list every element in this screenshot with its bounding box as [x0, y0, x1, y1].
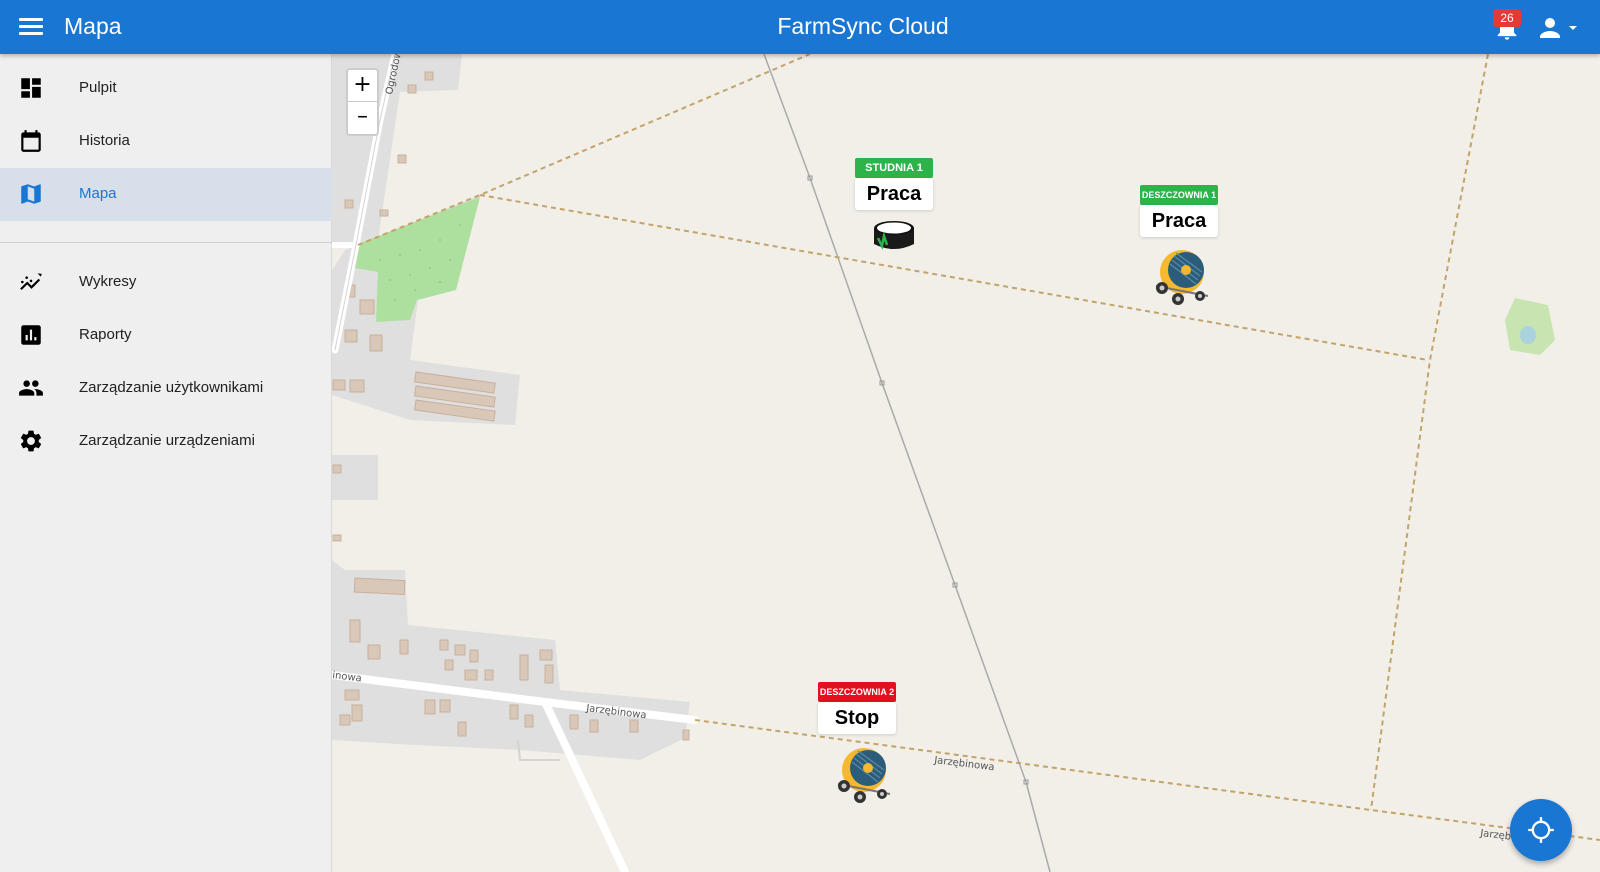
calendar-icon — [21, 130, 41, 152]
page-title: Mapa — [64, 13, 122, 39]
sidebar-item-label: Pulpit — [79, 79, 117, 96]
marker-status[interactable]: Praca — [1140, 205, 1218, 237]
notification-badge[interactable]: 26 — [1493, 9, 1521, 27]
report-icon — [21, 325, 41, 345]
hose-reel-icon[interactable] — [830, 742, 896, 808]
sidebar-item-wykresy[interactable]: Wykresy — [0, 256, 332, 309]
sidebar-item-label: Historia — [79, 132, 130, 149]
dashboard-icon — [21, 78, 41, 98]
marker-name: STUDNIA 1 — [855, 158, 933, 178]
zoom-in-button[interactable]: + — [348, 70, 377, 102]
marker-name[interactable]: DESZCZOWNIA 1 — [1140, 185, 1218, 205]
hose-reel-icon[interactable] — [1148, 244, 1214, 310]
sidebar-item-label: Wykresy — [79, 273, 137, 290]
sidebar-item-label: Zarządzanie użytkownikami — [79, 379, 264, 396]
account-icon[interactable] — [1536, 14, 1580, 42]
users-icon — [19, 380, 43, 396]
sidebar-item-label: Mapa — [79, 185, 117, 202]
locate-button[interactable] — [1510, 799, 1572, 861]
gear-icon — [20, 430, 42, 452]
sidebar-item-pulpit[interactable]: Pulpit — [0, 62, 332, 115]
sidebar-divider — [0, 242, 332, 243]
menu-icon[interactable] — [17, 14, 45, 40]
sidebar-item-mapa[interactable]: Mapa — [0, 168, 332, 221]
map-canvas[interactable]: Ogrodowa Jarzębinowa Jarzębinowa inowa J… — [332, 54, 1600, 872]
sidebar-item-uzytkownicy[interactable]: Zarządzanie użytkownikami — [0, 362, 332, 415]
sidebar-item-label: Zarządzanie urządzeniami — [79, 432, 255, 449]
map-tiles[interactable]: Ogrodowa Jarzębinowa Jarzębinowa inowa J… — [332, 54, 1600, 872]
sidebar-item-urzadzenia[interactable]: Zarządzanie urządzeniami — [0, 415, 332, 468]
marker-status[interactable]: Praca — [855, 178, 933, 210]
line-chart-icon — [20, 273, 42, 291]
app-name: FarmSync Cloud — [777, 13, 949, 39]
zoom-out-button[interactable]: – — [348, 102, 377, 134]
marker-status[interactable]: Stop — [818, 702, 896, 734]
sidebar-item-historia[interactable]: Historia — [0, 115, 332, 168]
marker-name[interactable]: DESZCZOWNIA 2 — [818, 682, 896, 702]
app-bar: Mapa FarmSync Cloud 26 — [0, 0, 1600, 54]
sidebar-item-raporty[interactable]: Raporty — [0, 309, 332, 362]
sidebar-item-label: Raporty — [79, 326, 132, 343]
marker-studnia-1[interactable]: STUDNIA 1 — [855, 158, 933, 178]
map-icon — [21, 184, 41, 204]
zoom-control: + – — [346, 68, 379, 136]
crosshair-icon — [1528, 817, 1554, 843]
sidebar: Pulpit Historia Mapa Wykresy Raporty Zar… — [0, 54, 332, 872]
well-icon[interactable] — [864, 216, 924, 256]
